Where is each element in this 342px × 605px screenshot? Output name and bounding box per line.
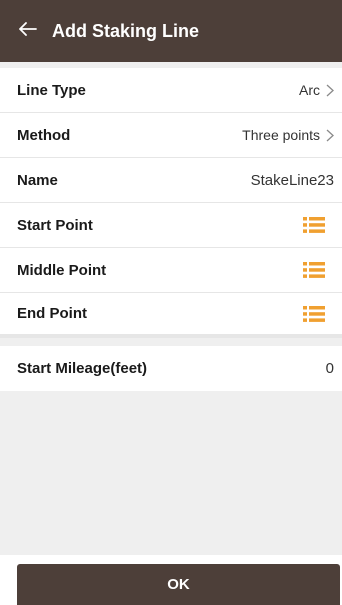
start-mileage-value[interactable]: 0 bbox=[326, 360, 334, 377]
line-type-label: Line Type bbox=[17, 81, 86, 99]
point-list-icon[interactable] bbox=[303, 216, 325, 234]
chevron-right-icon bbox=[326, 129, 334, 142]
chevron-right-icon bbox=[326, 84, 334, 97]
point-list-icon[interactable] bbox=[303, 305, 325, 323]
end-point-row[interactable]: End Point bbox=[0, 293, 342, 338]
point-list-icon[interactable] bbox=[303, 261, 325, 279]
back-button[interactable] bbox=[8, 0, 48, 62]
middle-point-row[interactable]: Middle Point bbox=[0, 248, 342, 293]
settings-list: Line Type Arc Method Three points Name S… bbox=[0, 68, 342, 338]
start-point-row[interactable]: Start Point bbox=[0, 203, 342, 248]
name-value[interactable]: StakeLine23 bbox=[251, 172, 334, 189]
method-label: Method bbox=[17, 126, 71, 144]
line-type-value: Arc bbox=[299, 82, 320, 98]
page-title: Add Staking Line bbox=[52, 20, 200, 41]
line-type-row[interactable]: Line Type Arc bbox=[0, 68, 342, 113]
footer: OK bbox=[0, 555, 342, 605]
method-value: Three points bbox=[242, 127, 320, 143]
name-label: Name bbox=[17, 171, 58, 189]
arrow-left-icon bbox=[19, 21, 37, 41]
method-row[interactable]: Method Three points bbox=[0, 113, 342, 158]
start-point-label: Start Point bbox=[17, 216, 93, 234]
ok-button[interactable]: OK bbox=[17, 564, 340, 605]
app-bar: Add Staking Line bbox=[0, 0, 342, 62]
end-point-label: End Point bbox=[17, 305, 87, 322]
start-mileage-label: Start Mileage(feet) bbox=[17, 360, 148, 377]
start-mileage-row[interactable]: Start Mileage(feet) 0 bbox=[0, 346, 342, 391]
middle-point-label: Middle Point bbox=[17, 261, 107, 279]
name-row[interactable]: Name StakeLine23 bbox=[0, 158, 342, 203]
